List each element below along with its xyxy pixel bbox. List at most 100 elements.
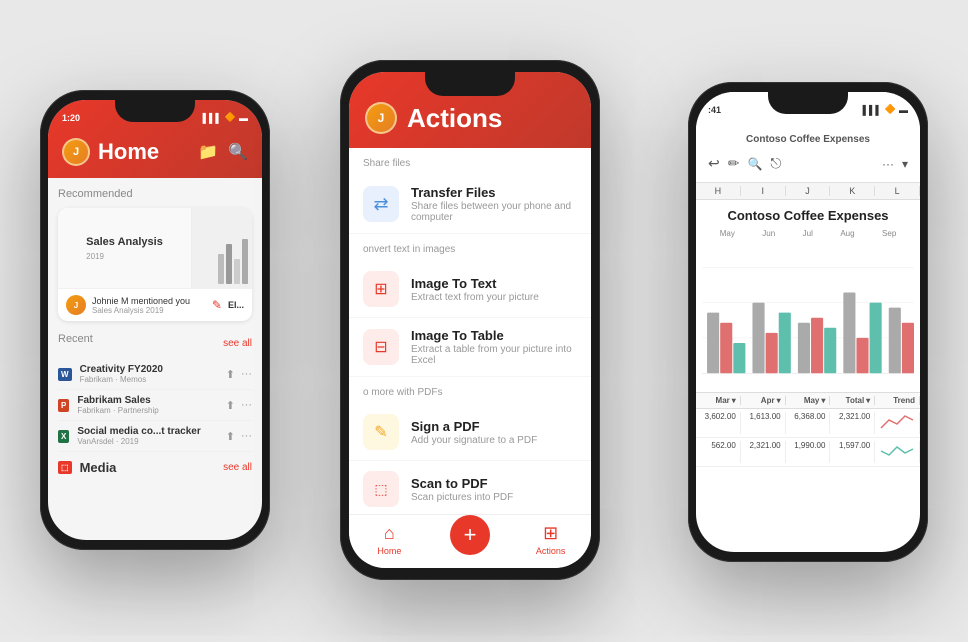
center-title: Actions: [407, 103, 502, 134]
find-icon[interactable]: 🔍: [747, 157, 762, 171]
action-img-text[interactable]: ⊞ Image To Text Extract text from your p…: [349, 261, 591, 318]
right-wifi-icon: 🔶: [885, 104, 896, 115]
draw-icon[interactable]: ✏: [728, 155, 740, 172]
right-phone-content: :41 ▌▌▌ 🔶 ▬ Contoso Coffee Expenses ↩ ✏ …: [696, 92, 920, 552]
media-label: Media: [80, 460, 117, 475]
action-sign-pdf[interactable]: ✎ Sign a PDF Add your signature to a PDF: [349, 404, 591, 461]
scan-pdf-info: Scan to PDF Scan pictures into PDF: [411, 476, 513, 503]
more-icon[interactable]: ···: [241, 368, 252, 381]
folder-icon[interactable]: 📁: [198, 142, 218, 162]
img-text-info: Image To Text Extract text from your pic…: [411, 276, 539, 303]
img-table-icon: ⊟: [374, 337, 387, 357]
file-actions-ppt: ⬆ ···: [226, 399, 252, 412]
transfer-title: Transfer Files: [411, 185, 577, 200]
left-title: Home: [98, 139, 159, 165]
upload-icon[interactable]: ⬆: [226, 368, 235, 381]
td-r1-trend: [875, 412, 920, 434]
actions-tab-icon: ⊞: [543, 523, 558, 544]
doc-preview: Sales Analysis 2019: [58, 208, 192, 288]
col-k: K: [830, 186, 875, 196]
more-dots-icon[interactable]: ···: [882, 157, 894, 171]
mini-chart-area: [192, 208, 252, 288]
month-labels: May Jun Jul Aug Sep: [702, 229, 914, 238]
file-item-word[interactable]: W Creativity FY2020 Fabrikam · Memos ⬆ ·…: [58, 359, 252, 390]
file-item-excel[interactable]: X Social media co...t tracker VanArsdel …: [58, 421, 252, 452]
img-text-icon: ⊞: [374, 279, 387, 299]
chevron-down-icon[interactable]: ▾: [902, 157, 908, 171]
col-j: J: [786, 186, 831, 196]
td-r2-total: 1,597.00: [830, 441, 875, 463]
actions-tab-label: Actions: [536, 546, 566, 556]
right-app-title: Contoso Coffee Expenses: [704, 134, 912, 145]
img-table-title: Image To Table: [411, 328, 577, 343]
mention-row: J Johnie M mentioned you Sales Analysis …: [58, 288, 252, 321]
mention-sub: Sales Analysis 2019: [92, 306, 206, 315]
tab-home[interactable]: ⌂ Home: [349, 523, 430, 556]
wifi-icon: 🔶: [225, 112, 236, 123]
sign-pdf-icon-wrap: ✎: [363, 414, 399, 450]
share-section-label: Share files: [349, 148, 591, 175]
file-actions-excel: ⬆ ···: [226, 430, 252, 443]
left-avatar: J: [62, 138, 90, 166]
table-row-2: 562.00 2,321.00 1,990.00 1,597.00: [696, 438, 920, 467]
left-notch: [115, 100, 195, 122]
upload-icon-2[interactable]: ⬆: [226, 399, 235, 412]
sign-pdf-info: Sign a PDF Add your signature to a PDF: [411, 419, 537, 446]
tab-actions[interactable]: ⊞ Actions: [510, 523, 591, 556]
ppt-icon: P: [58, 399, 69, 412]
scan-pdf-icon-wrap: ⬚: [363, 471, 399, 507]
transfer-info: Transfer Files Share files between your …: [411, 185, 577, 223]
td-r2-mar: 562.00: [696, 441, 741, 463]
share-icon[interactable]: ⎋: [770, 155, 781, 172]
file-info-word: Creativity FY2020 Fabrikam · Memos: [80, 364, 218, 384]
chart-bar-2: [226, 244, 232, 284]
action-img-table[interactable]: ⊟ Image To Table Extract a table from yo…: [349, 318, 591, 377]
home-tab-label: Home: [377, 546, 401, 556]
edit-icon: ✎: [212, 298, 222, 312]
chart-bar-1: [218, 254, 224, 284]
right-battery-icon: ▬: [899, 105, 908, 115]
table-row-1: 3,602.00 1,613.00 6,368.00 2,321.00: [696, 409, 920, 438]
column-header-row: H I J K L: [696, 183, 920, 200]
month-aug: Aug: [840, 229, 854, 238]
center-body: Share files ⇄ Transfer Files Share files…: [349, 148, 591, 514]
transfer-sub: Share files between your phone and compu…: [411, 201, 577, 223]
scan-pdf-title: Scan to PDF: [411, 476, 513, 491]
center-phone-content: J Actions Share files ⇄ Transfer Files S…: [349, 72, 591, 568]
doc-title: Sales Analysis: [86, 235, 163, 249]
file-info-excel: Social media co...t tracker VanArsdel · …: [77, 426, 217, 446]
img-table-icon-wrap: ⊟: [363, 329, 399, 365]
file-item-ppt[interactable]: P Fabrikam Sales Fabrikam · Partnership …: [58, 390, 252, 421]
upload-icon-3[interactable]: ⬆: [226, 430, 235, 443]
more-icon-3[interactable]: ···: [241, 430, 252, 443]
col-i: I: [741, 186, 786, 196]
word-icon: W: [58, 368, 72, 381]
action-transfer[interactable]: ⇄ Transfer Files Share files between you…: [349, 175, 591, 234]
doc-year: 2019: [86, 252, 163, 261]
tab-plus-button[interactable]: +: [430, 523, 511, 556]
img-table-sub: Extract a table from your picture into E…: [411, 344, 577, 366]
scan-pdf-sub: Scan pictures into PDF: [411, 492, 513, 503]
see-all-recent[interactable]: see all: [223, 338, 252, 349]
recommended-label: Recommended: [58, 188, 252, 200]
mention-avatar: J: [66, 295, 86, 315]
left-phone-content: 1:20 ▌▌▌ 🔶 ▬ J Home 📁 🔍: [48, 100, 262, 540]
right-phone: :41 ▌▌▌ 🔶 ▬ Contoso Coffee Expenses ↩ ✏ …: [688, 82, 928, 562]
see-all-media[interactable]: see all: [223, 462, 252, 473]
action-scan-pdf[interactable]: ⬚ Scan to PDF Scan pictures into PDF: [349, 461, 591, 514]
undo-icon[interactable]: ↩: [708, 155, 720, 172]
td-r2-may: 1,990.00: [786, 441, 831, 463]
plus-circle[interactable]: +: [450, 515, 490, 555]
mini-chart: [218, 239, 248, 284]
month-may: May: [720, 229, 735, 238]
bar-chart-svg: [702, 242, 914, 383]
left-phone-screen: 1:20 ▌▌▌ 🔶 ▬ J Home 📁 🔍: [48, 100, 262, 540]
search-icon[interactable]: 🔍: [228, 142, 248, 162]
mention-info: Johnie M mentioned you Sales Analysis 20…: [92, 296, 206, 315]
recommended-card[interactable]: Sales Analysis 2019: [58, 208, 252, 321]
col-h: H: [696, 186, 741, 196]
td-r2-apr: 2,321.00: [741, 441, 786, 463]
more-icon-2[interactable]: ···: [241, 399, 252, 412]
col-l: L: [875, 186, 920, 196]
td-r1-apr: 1,613.00: [741, 412, 786, 434]
